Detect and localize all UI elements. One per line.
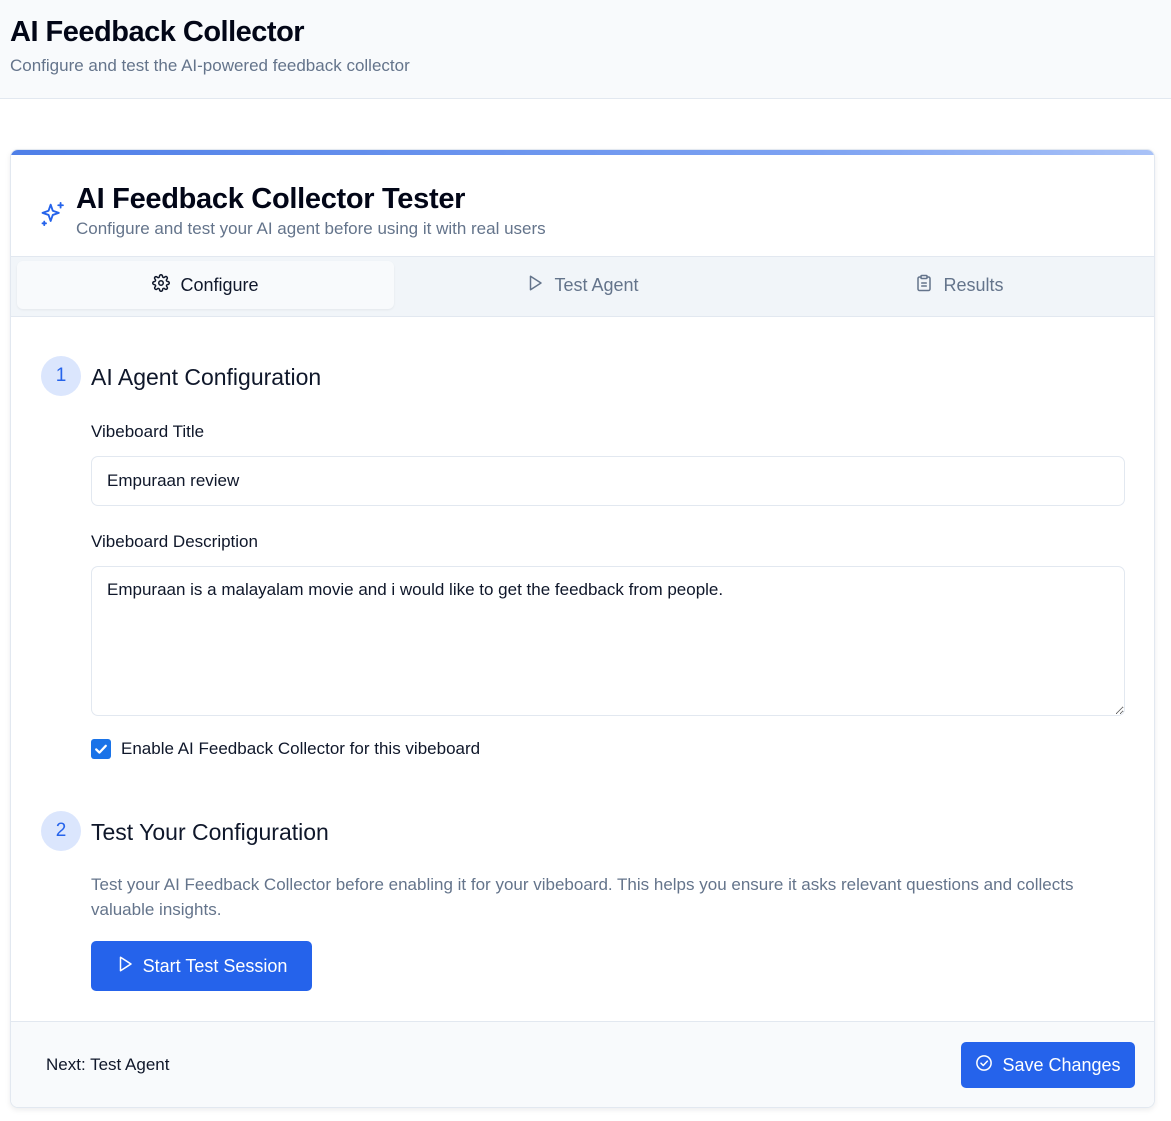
enable-collector-label: Enable AI Feedback Collector for this vi… — [121, 739, 481, 758]
step-2-badge: 2 — [41, 811, 81, 851]
page-header: AI Feedback Collector Configure and test… — [0, 0, 1171, 99]
vibeboard-title-label: Vibeboard Title — [91, 422, 205, 441]
card-accent-bar — [11, 150, 1154, 155]
step-1-title: AI Agent Configuration — [91, 364, 322, 390]
clipboard-icon — [915, 274, 933, 297]
card-subtitle: Configure and test your AI agent before … — [76, 219, 546, 238]
gear-icon — [152, 273, 171, 297]
step-2-title: Test Your Configuration — [91, 819, 329, 845]
vibeboard-title-input[interactable] — [91, 456, 1125, 506]
enable-collector-row: Enable AI Feedback Collector for this vi… — [91, 738, 480, 760]
start-test-session-label: Start Test Session — [142, 955, 288, 976]
card-footer: Next: Test Agent Save Changes — [11, 1021, 1154, 1107]
tab-label: Results — [943, 274, 1004, 295]
card-title: AI Feedback Collector Tester — [76, 183, 466, 215]
play-icon — [526, 274, 544, 297]
tab-bar: Configure Test Agent Results — [11, 256, 1154, 317]
vibeboard-description-input[interactable]: Empuraan is a malayalam movie and i woul… — [91, 566, 1125, 716]
tab-label: Test Agent — [554, 274, 639, 295]
save-changes-label: Save Changes — [1002, 1054, 1121, 1075]
page-subtitle: Configure and test the AI-powered feedba… — [10, 56, 410, 75]
tester-card: AI Feedback Collector Tester Configure a… — [10, 149, 1155, 1108]
check-circle-icon — [975, 1054, 993, 1077]
tab-label: Configure — [180, 274, 259, 295]
enable-collector-checkbox[interactable] — [91, 739, 111, 759]
tab-test-agent[interactable]: Test Agent — [394, 261, 771, 309]
test-help-text: Test your AI Feedback Collector before e… — [91, 875, 1074, 919]
next-step-label: Next: Test Agent — [46, 1055, 170, 1074]
vibeboard-description-label: Vibeboard Description — [91, 532, 258, 551]
sparkles-icon — [39, 200, 67, 228]
tab-results[interactable]: Results — [771, 261, 1148, 309]
step-1-badge: 1 — [41, 356, 81, 396]
play-icon — [116, 955, 134, 978]
page-title: AI Feedback Collector — [10, 16, 305, 48]
start-test-session-button[interactable]: Start Test Session — [91, 941, 312, 991]
tab-configure[interactable]: Configure — [17, 261, 394, 309]
save-changes-button[interactable]: Save Changes — [961, 1042, 1135, 1088]
